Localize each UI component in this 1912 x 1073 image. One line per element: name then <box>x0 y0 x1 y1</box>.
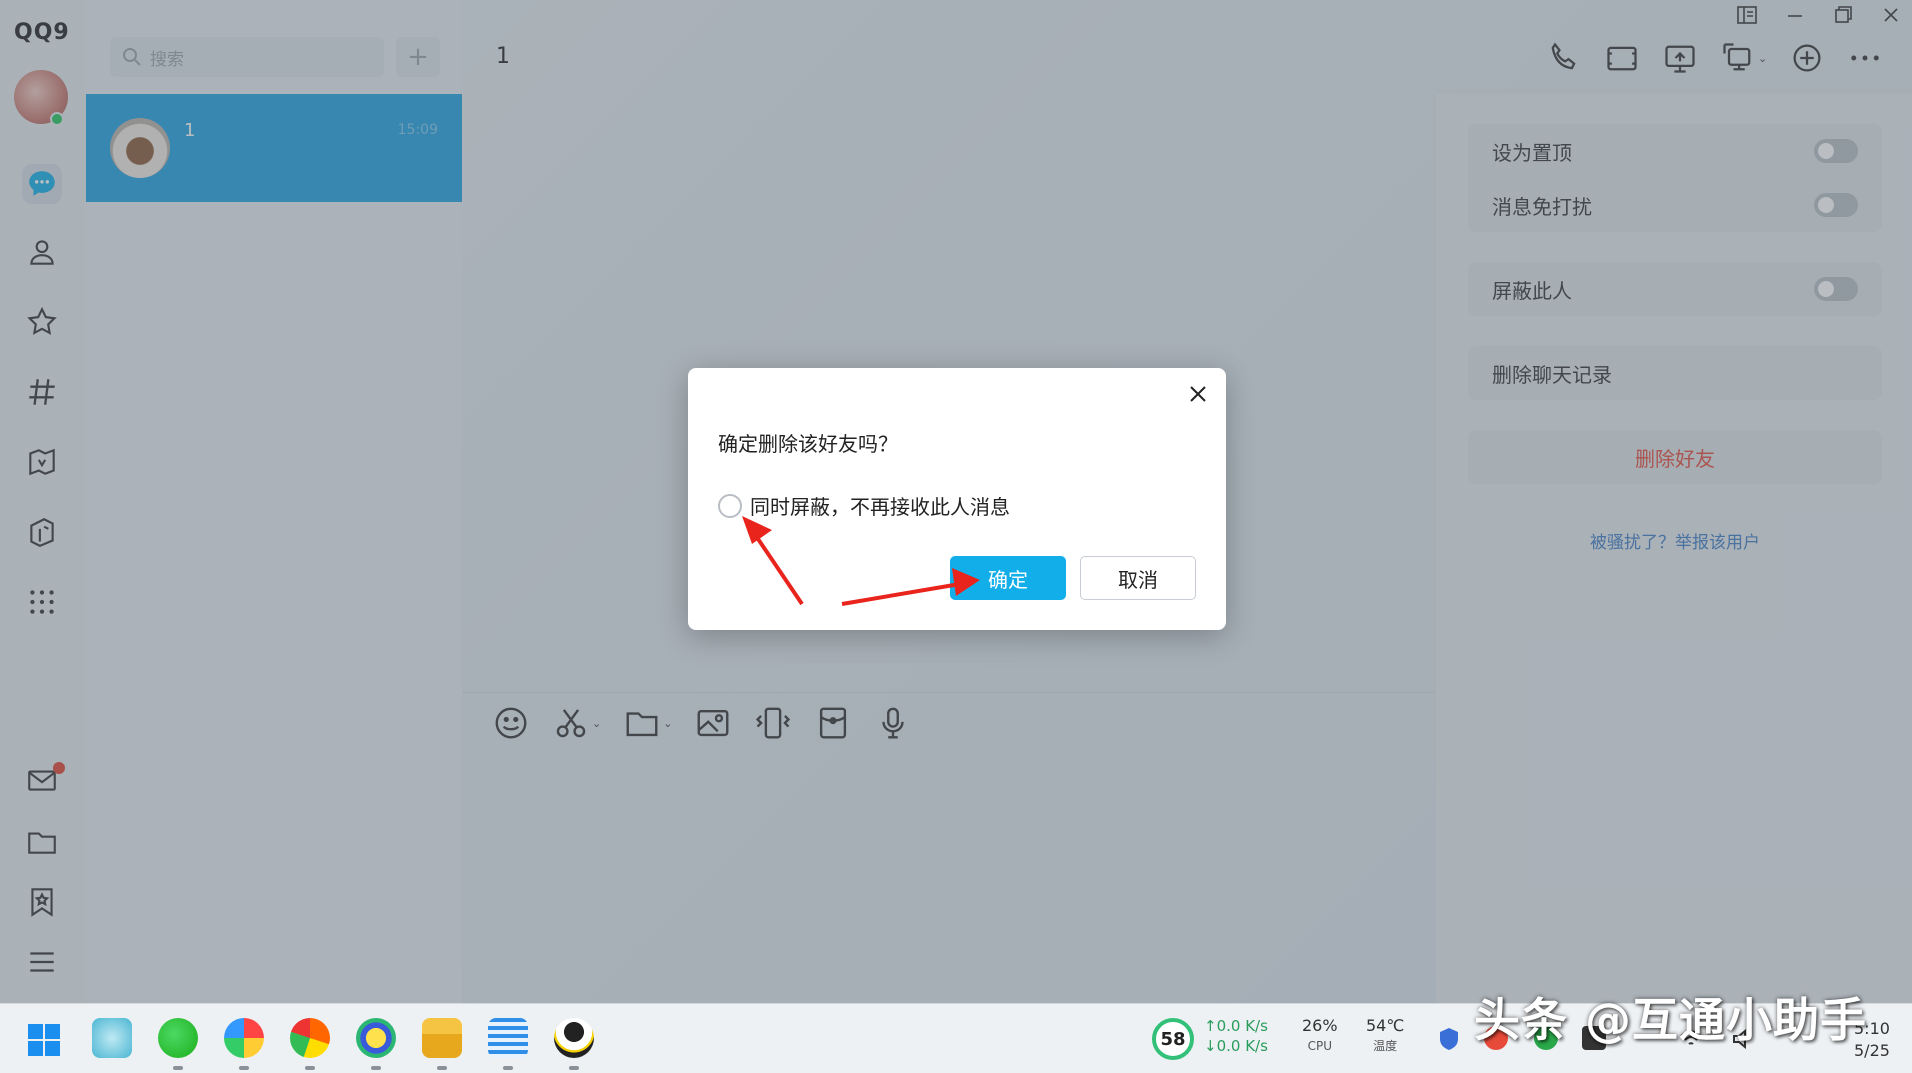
360-app-icon[interactable] <box>356 1018 396 1058</box>
running-indicator <box>239 1066 249 1070</box>
cpu-label: CPU <box>1307 1039 1332 1053</box>
running-indicator <box>437 1066 447 1070</box>
delete-friend-dialog: 确定删除该好友吗？ 同时屏蔽，不再接收此人消息 确定 取消 <box>688 368 1226 630</box>
copilot-app-icon[interactable] <box>92 1018 132 1058</box>
cpu-value: 26% <box>1302 1016 1338 1035</box>
temp-value: 54℃ <box>1366 1016 1405 1035</box>
wechat-app-icon[interactable] <box>158 1018 198 1058</box>
block-option-radio[interactable] <box>718 493 742 518</box>
chrome-app-icon[interactable] <box>290 1018 330 1058</box>
running-indicator <box>173 1066 183 1070</box>
running-indicator <box>569 1066 579 1070</box>
file-explorer-icon[interactable] <box>422 1018 462 1058</box>
running-indicator <box>371 1066 381 1070</box>
network-speed: ↑0.0 K/s ↓0.0 K/s <box>1204 1016 1268 1056</box>
block-option[interactable]: 同时屏蔽，不再接收此人消息 <box>718 491 1010 520</box>
cpu-usage: 26% CPU <box>1302 1016 1338 1056</box>
watermark-text: 头条 @互通小助手 <box>1474 993 1868 1047</box>
close-icon[interactable] <box>1184 380 1212 408</box>
qq-app-icon[interactable] <box>554 1018 594 1058</box>
browser-app-icon[interactable] <box>224 1018 264 1058</box>
download-speed: ↓0.0 K/s <box>1204 1037 1268 1055</box>
confirm-button[interactable]: 确定 <box>950 556 1066 600</box>
shield-icon[interactable] <box>1436 1026 1462 1052</box>
notepad-app-icon[interactable] <box>488 1018 528 1058</box>
temp-label: 温度 <box>1373 1039 1398 1053</box>
qq-window: QQ9 搜索 + 1 15:09 1 ⌄ ⌄ ⌄ 设为置顶 消息免打扰 屏蔽此人… <box>0 0 1912 1003</box>
windows-start-icon[interactable] <box>26 1022 62 1058</box>
upload-speed: ↑0.0 K/s <box>1204 1017 1268 1035</box>
running-indicator <box>305 1066 315 1070</box>
block-option-label: 同时屏蔽，不再接收此人消息 <box>750 495 1010 519</box>
temperature: 54℃ 温度 <box>1366 1016 1404 1056</box>
cancel-button[interactable]: 取消 <box>1080 556 1196 600</box>
running-indicator <box>503 1066 513 1070</box>
performance-score[interactable]: 58 <box>1152 1018 1194 1060</box>
dialog-question: 确定删除该好友吗？ <box>718 432 898 456</box>
